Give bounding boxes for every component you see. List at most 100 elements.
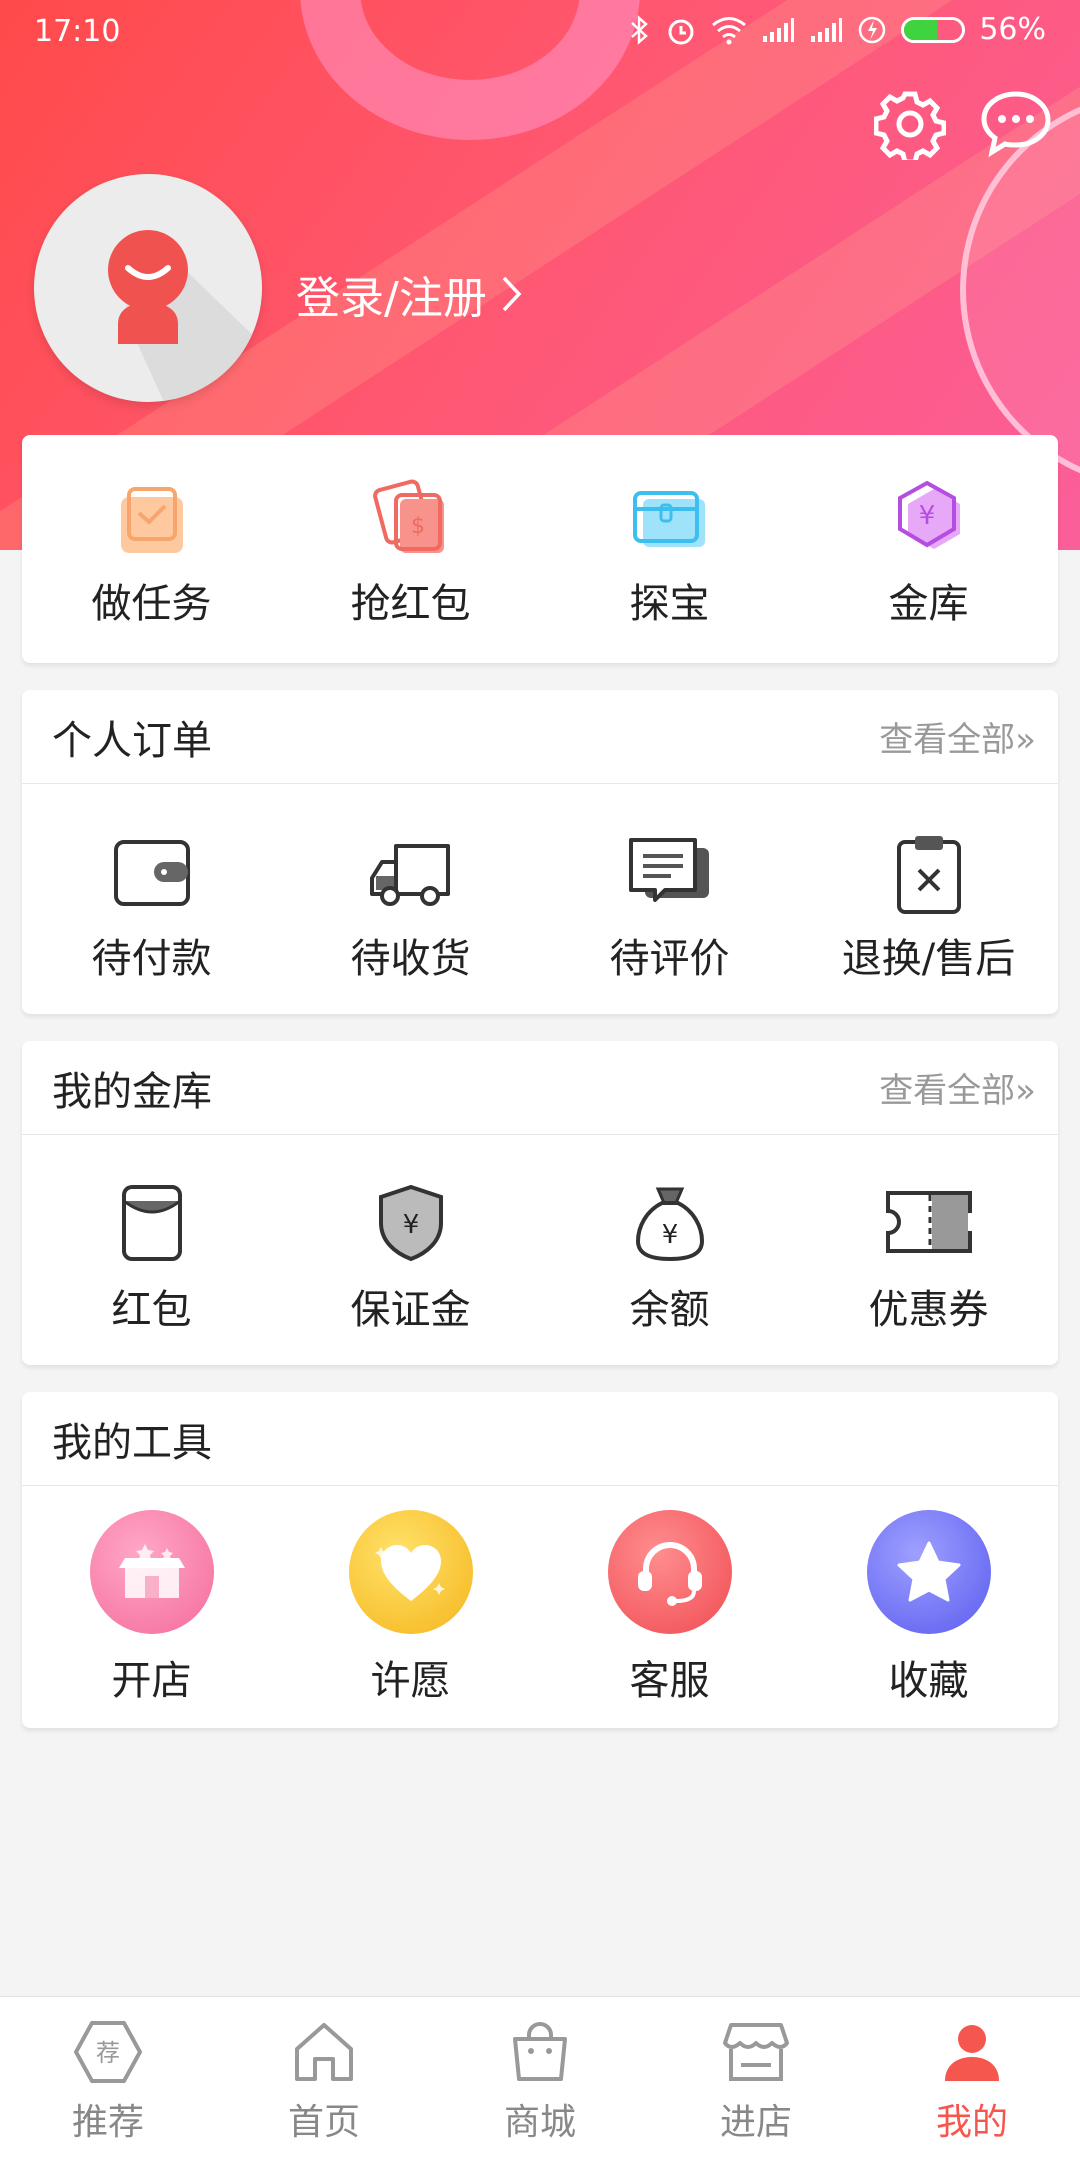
recommend-icon-glyph: 荐 — [96, 2039, 120, 2067]
red-packet-icon — [121, 1185, 182, 1261]
battery-icon — [901, 16, 966, 43]
home-icon — [295, 2023, 353, 2081]
vault-label: 保证金 — [350, 1287, 471, 1333]
alarm-icon — [668, 19, 694, 44]
quick-action-label: 做任务 — [91, 581, 212, 627]
tools-card: 我的工具 开店 许愿 客服 收藏 — [22, 1392, 1058, 1728]
comment-icon — [628, 838, 709, 902]
treasure-chest-icon — [632, 491, 705, 547]
tab-label: 进店 — [719, 2102, 792, 2143]
return-clipboard-icon — [896, 836, 961, 914]
quick-action-vault[interactable]: ¥ 金库 — [799, 475, 1058, 629]
orders-title: 个人订单 — [52, 717, 212, 764]
quick-action-tasks[interactable]: 做任务 — [22, 475, 281, 629]
vault-label: 余额 — [629, 1287, 710, 1333]
status-time: 17:10 — [34, 14, 121, 49]
user-icon — [945, 2025, 999, 2081]
vault-label: 红包 — [111, 1287, 192, 1333]
tools-header: 我的工具 — [22, 1392, 1058, 1486]
quick-action-treasure[interactable]: 探宝 — [540, 475, 799, 629]
tab-label: 我的 — [935, 2102, 1008, 2143]
truck-icon — [369, 844, 450, 906]
settings-gear-icon[interactable] — [874, 88, 946, 160]
message-bubble-icon[interactable] — [980, 88, 1052, 160]
task-bag-icon — [120, 487, 183, 553]
tool-icon-circle — [866, 1510, 991, 1634]
tab-mall[interactable]: 商城 — [432, 1997, 648, 2160]
battery-percent: 56% — [979, 12, 1046, 47]
tool-open-shop[interactable]: 开店 — [22, 1510, 281, 1706]
tab-mine[interactable]: 我的 — [864, 1997, 1080, 2160]
signal-icon — [763, 17, 795, 42]
orders-view-all-link[interactable]: 查看全部» — [879, 712, 1036, 761]
headset-icon — [637, 1542, 702, 1606]
tool-icon-circle — [348, 1510, 473, 1634]
order-after-sales[interactable]: 退换/售后 — [799, 832, 1058, 984]
quick-action-grab-red-envelope[interactable]: $ 抢红包 — [281, 475, 540, 629]
coupon-icon — [885, 1191, 972, 1253]
money-bag-icon: ¥ — [635, 1187, 704, 1262]
vault-balance[interactable]: ¥ 余额 — [540, 1181, 799, 1335]
chevron-right-icon — [502, 276, 522, 312]
order-pending-receipt[interactable]: 待收货 — [281, 832, 540, 984]
avatar[interactable] — [34, 174, 262, 402]
order-pending-payment[interactable]: 待付款 — [22, 832, 281, 984]
charging-icon — [859, 16, 886, 43]
vault-coupon[interactable]: 优惠券 — [799, 1181, 1058, 1335]
order-label: 退换/售后 — [841, 936, 1016, 982]
heart-icon — [374, 1545, 445, 1601]
order-label: 待收货 — [350, 936, 471, 982]
svg-text:¥: ¥ — [402, 1210, 419, 1240]
tool-favorites[interactable]: 收藏 — [799, 1510, 1058, 1706]
svg-text:¥: ¥ — [661, 1220, 678, 1250]
tab-recommend[interactable]: 荐 推荐 — [0, 1997, 216, 2160]
vault-deposit[interactable]: ¥ 保证金 — [281, 1181, 540, 1335]
tab-enter-store[interactable]: 进店 — [648, 1997, 864, 2160]
tool-wish[interactable]: 许愿 — [281, 1510, 540, 1706]
tool-icon-circle — [607, 1510, 732, 1634]
quick-actions-card: 做任务 $ 抢红包 探宝 ¥ 金库 — [22, 435, 1058, 663]
vault-view-all-link[interactable]: 查看全部» — [879, 1063, 1036, 1112]
wifi-icon — [712, 16, 747, 44]
quick-action-label: 金库 — [888, 581, 969, 627]
bottom-tab-bar: 荐 推荐 首页 商城 进店 我的 — [0, 1996, 1080, 2160]
tool-customer-service[interactable]: 客服 — [540, 1510, 799, 1706]
vault-title: 我的金库 — [52, 1068, 212, 1115]
vault-red-packet[interactable]: 红包 — [22, 1181, 281, 1335]
wallet-icon — [113, 840, 190, 906]
signal-icon — [811, 17, 843, 42]
yuan-hexagon-icon: ¥ — [897, 480, 960, 549]
login-register-link[interactable]: 登录/注册 — [296, 262, 523, 326]
recommend-hexagon-icon: 荐 — [73, 2021, 143, 2083]
login-register-label: 登录/注册 — [296, 273, 487, 324]
star-icon — [897, 1541, 960, 1602]
tool-label: 收藏 — [888, 1658, 969, 1704]
shop-icon — [118, 1544, 185, 1598]
tab-label: 推荐 — [71, 2102, 144, 2143]
order-pending-review[interactable]: 待评价 — [540, 832, 799, 984]
status-bar: 17:10 56% — [0, 0, 1080, 66]
tool-label: 客服 — [629, 1658, 710, 1704]
bluetooth-icon — [631, 14, 649, 45]
tab-label: 商城 — [503, 2102, 576, 2143]
svg-text:$: $ — [411, 514, 425, 539]
shopping-bag-icon — [513, 2022, 567, 2081]
quick-action-label: 探宝 — [629, 581, 710, 627]
tool-label: 许愿 — [370, 1658, 451, 1704]
quick-action-label: 抢红包 — [350, 581, 471, 627]
deposit-shield-icon: ¥ — [378, 1184, 443, 1262]
default-avatar-icon — [108, 230, 262, 402]
tool-label: 开店 — [111, 1658, 192, 1704]
vault-label: 优惠券 — [868, 1287, 989, 1333]
red-envelope-icon: $ — [372, 479, 444, 553]
orders-header: 个人订单 查看全部» — [22, 690, 1058, 784]
tab-label: 首页 — [287, 2102, 360, 2143]
order-label: 待评价 — [609, 936, 730, 982]
storefront-icon — [723, 2023, 789, 2081]
orders-card: 个人订单 查看全部» 待付款 待收货 待评价 退换/售后 — [22, 690, 1058, 1014]
vault-header: 我的金库 查看全部» — [22, 1041, 1058, 1135]
tools-title: 我的工具 — [52, 1419, 212, 1466]
tab-home[interactable]: 首页 — [216, 1997, 432, 2160]
vault-card: 我的金库 查看全部» 红包 ¥ 保证金 ¥ 余额 优惠券 — [22, 1041, 1058, 1365]
order-label: 待付款 — [91, 936, 212, 982]
